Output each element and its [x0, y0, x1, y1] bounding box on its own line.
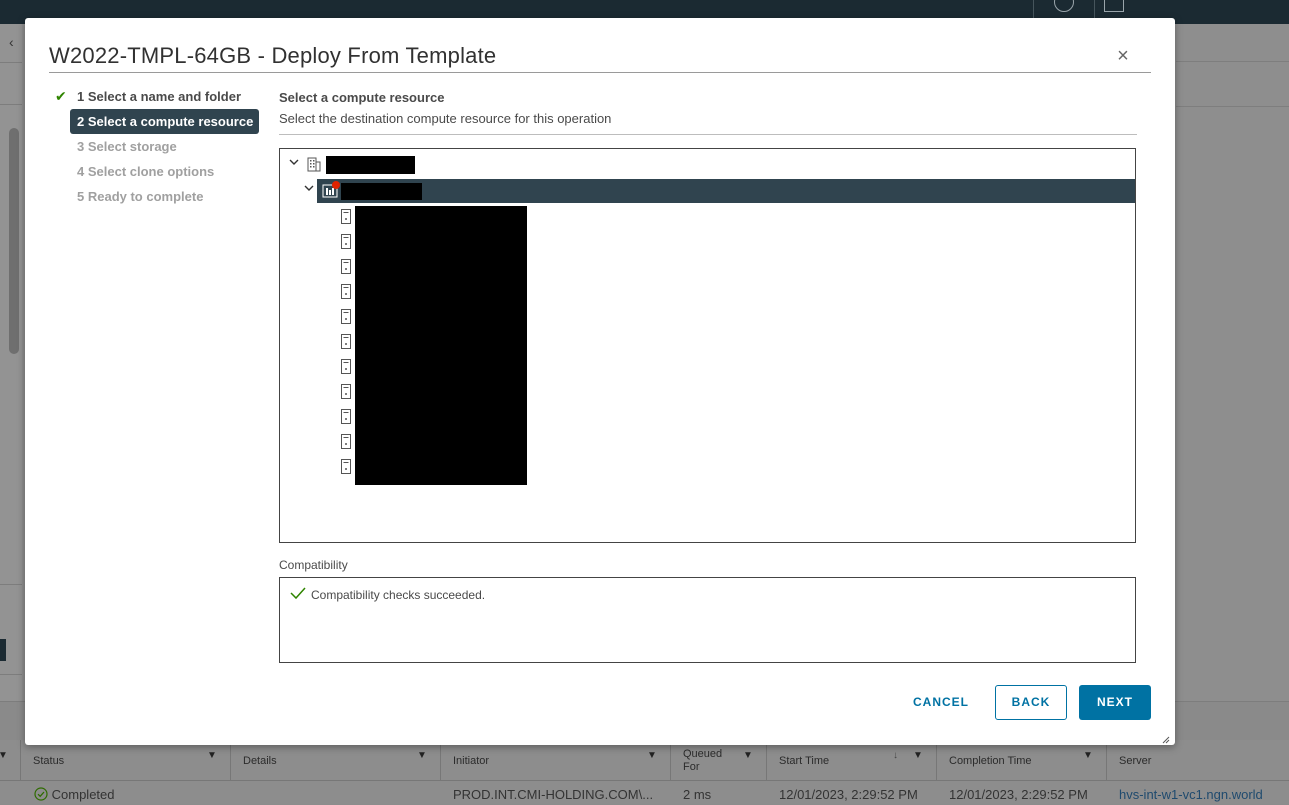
step-select-compute-resource[interactable]: 2 Select a compute resource [70, 109, 259, 134]
user-menu-icon[interactable] [1104, 0, 1124, 12]
redacted-host-names [355, 206, 527, 485]
resize-handle-icon[interactable] [1162, 731, 1170, 744]
filter-icon[interactable]: ▼ [1083, 750, 1093, 761]
section-title: Select a compute resource [279, 90, 445, 105]
divider [1176, 106, 1289, 107]
filter-icon[interactable]: ▼ [417, 750, 427, 761]
step-ready-to-complete[interactable]: 5 Ready to complete [70, 184, 262, 209]
queued-for-cell: 2 ms [683, 787, 712, 802]
sort-descending-icon[interactable]: ↓ [893, 750, 898, 761]
deploy-from-template-dialog: W2022-TMPL-64GB - Deploy From Template ×… [25, 18, 1175, 745]
column-header-queued-for[interactable]: Queued For ▼ [670, 740, 767, 780]
step-select-clone-options[interactable]: 4 Select clone options [70, 159, 262, 184]
column-header-start-time[interactable]: Start Time ↓ ▼ [766, 740, 937, 780]
host-icon [341, 234, 351, 254]
filter-icon[interactable]: ▼ [647, 750, 657, 761]
step-content: Select a compute resource Select the des… [279, 90, 1137, 135]
filter-icon[interactable]: ▼ [0, 750, 8, 761]
divider [0, 62, 22, 63]
dialog-title: W2022-TMPL-64GB - Deploy From Template [49, 43, 497, 68]
sidebar-selected-marker [0, 639, 6, 661]
host-icon [341, 459, 351, 479]
divider [0, 674, 22, 675]
step-select-storage[interactable]: 3 Select storage [70, 134, 262, 159]
divider [0, 104, 22, 105]
completion-time-cell: 12/01/2023, 2:29:52 PM [949, 787, 1088, 802]
queued-for-label: Queued For [683, 748, 723, 773]
column-header-initiator[interactable]: Initiator ▼ [440, 740, 671, 780]
checkmark-icon [290, 586, 306, 603]
success-check-icon [34, 787, 48, 801]
divider [0, 584, 22, 585]
sidebar-scrollbar[interactable] [9, 128, 19, 354]
compute-resource-tree[interactable] [279, 148, 1136, 543]
close-icon[interactable]: × [1114, 46, 1132, 66]
compatibility-message: Compatibility checks succeeded. [311, 588, 486, 602]
column-header-status[interactable]: Status ▼ [20, 740, 231, 780]
divider [1176, 61, 1289, 62]
background-sidebar: ‹ [0, 24, 22, 740]
datacenter-icon [307, 157, 321, 177]
compatibility-label: Compatibility [279, 558, 348, 572]
compatibility-panel: Compatibility checks succeeded. [279, 577, 1136, 663]
next-button[interactable]: NEXT [1079, 685, 1151, 720]
checkmark-icon: ✔ [55, 88, 67, 104]
host-icon [341, 259, 351, 279]
host-icon [341, 434, 351, 454]
expand-chevron-icon[interactable] [303, 182, 315, 197]
server-link[interactable]: hvs-int-w1-vc1.ngn.world [1119, 787, 1263, 802]
expand-chevron-icon[interactable] [288, 156, 300, 171]
host-icon [341, 334, 351, 354]
host-icon [341, 384, 351, 404]
content-divider [279, 134, 1137, 135]
start-time-cell: 12/01/2023, 2:29:52 PM [779, 787, 918, 802]
tree-node-cluster[interactable] [304, 179, 1135, 203]
tree-node-datacenter[interactable] [280, 153, 1135, 177]
column-header-details[interactable]: Details ▼ [230, 740, 440, 780]
host-icon [341, 209, 351, 229]
back-button[interactable]: BACK [995, 685, 1067, 720]
table-row[interactable]: Completed PROD.INT.CMI-HOLDING.COM\... 2… [0, 780, 1289, 805]
datacenter-name [326, 156, 415, 174]
column-header-completion-time[interactable]: Completion Time ▼ [936, 740, 1107, 780]
wizard-steps: ✔ 1 Select a name and folder 2 Select a … [55, 84, 262, 209]
filter-icon[interactable]: ▼ [743, 750, 753, 761]
host-icon [341, 409, 351, 429]
column-header-server[interactable]: Server [1106, 740, 1289, 780]
recent-tasks-table: ▼ Status ▼ Details ▼ Initiator ▼ Queued F… [0, 740, 1289, 804]
cluster-name [341, 183, 422, 200]
column-header-select[interactable]: ▼ [0, 740, 20, 780]
status-cell: Completed [34, 787, 115, 802]
title-divider [49, 72, 1151, 73]
filter-icon[interactable]: ▼ [913, 750, 923, 761]
section-description: Select the destination compute resource … [279, 111, 612, 126]
help-icon[interactable] [1054, 0, 1074, 12]
step-select-name-folder[interactable]: ✔ 1 Select a name and folder [55, 84, 262, 109]
host-icon [341, 359, 351, 379]
host-icon [341, 284, 351, 304]
filter-icon[interactable]: ▼ [207, 750, 217, 761]
host-icon [341, 309, 351, 329]
cancel-button[interactable]: CANCEL [897, 685, 985, 720]
collapse-chevron-icon[interactable]: ‹ [9, 34, 14, 50]
alert-badge-icon [332, 181, 340, 189]
initiator-cell: PROD.INT.CMI-HOLDING.COM\... [453, 787, 654, 802]
